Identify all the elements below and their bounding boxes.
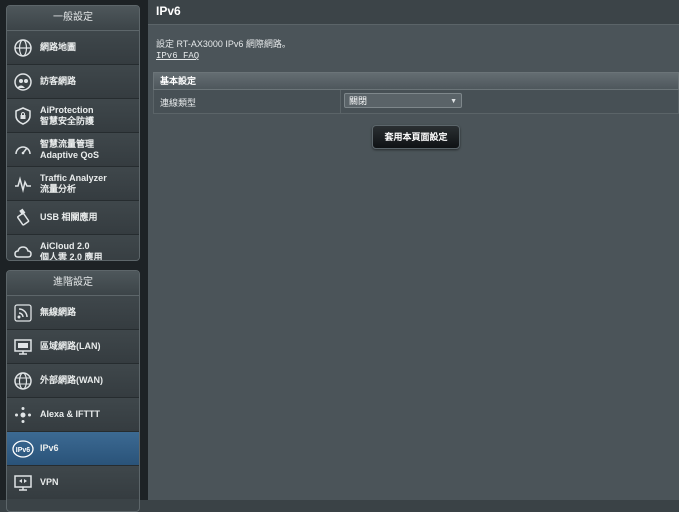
- sidebar-item-label: 網路地圖: [40, 42, 77, 52]
- sidebar-item-lan[interactable]: 區域網路(LAN): [7, 329, 139, 363]
- ipv6-faq-link[interactable]: IPv6 FAQ: [156, 51, 199, 61]
- vpn-icon: [12, 472, 34, 494]
- wan-globe-icon: [12, 370, 34, 392]
- connection-type-value: 關閉: [349, 96, 368, 106]
- page-description: 設定 RT-AX3000 IPv6 網際網路。: [156, 39, 291, 49]
- sidebar-item-label: 無線網路: [40, 307, 77, 317]
- cloud-icon: [12, 241, 34, 261]
- sidebar-item-label-line1: Traffic Analyzer: [40, 172, 107, 183]
- apply-button[interactable]: 套用本頁面設定: [372, 125, 460, 149]
- table-row: 連線類型 關閉 ▼: [153, 90, 679, 114]
- globe-people-icon: [12, 71, 34, 93]
- sidebar-item-label-line1: AiProtection: [40, 104, 94, 115]
- dropdown-arrow-icon: ▼: [450, 98, 457, 105]
- usb-icon: [12, 207, 34, 229]
- sidebar-item-label: USB 相關應用: [40, 212, 98, 222]
- globe-icon: [12, 37, 34, 59]
- sidebar: 一般設定 網路地圖 訪客網路 AiProtection 智慧安全防護 智慧流量管理…: [0, 0, 148, 512]
- sidebar-item-label: Alexa & IFTTT: [40, 409, 101, 419]
- advanced-settings-group: 進階設定 無線網路 區域網路(LAN) 外部網路(WAN) Alexa & IF…: [6, 270, 140, 512]
- sidebar-item-label: VPN: [40, 477, 59, 487]
- sidebar-item-label: IPv6: [40, 443, 59, 453]
- connection-type-select[interactable]: 關閉 ▼: [344, 93, 462, 108]
- advanced-settings-header: 進階設定: [7, 271, 139, 296]
- sidebar-item-vpn[interactable]: VPN: [7, 465, 139, 499]
- sidebar-item-label-line1: 智慧流量管理: [40, 138, 95, 149]
- sidebar-item-traffic-analyzer[interactable]: Traffic Analyzer 流量分析: [7, 166, 139, 200]
- row-divider: [340, 90, 341, 113]
- general-settings-header: 一般設定: [7, 6, 139, 31]
- ipv6-icon: IPv6: [12, 438, 34, 460]
- sidebar-item-label-line1: AiCloud 2.0: [40, 240, 90, 251]
- sidebar-item-label-line2: 流量分析: [40, 183, 77, 194]
- sidebar-item-guest-network[interactable]: 訪客網路: [7, 64, 139, 98]
- title-bar: IPv6: [148, 0, 679, 25]
- wireless-icon: [12, 302, 34, 324]
- main-panel: IPv6 設定 RT-AX3000 IPv6 網際網路。 IPv6 FAQ 基本…: [148, 0, 679, 500]
- section-header: 基本設定: [153, 72, 679, 90]
- sidebar-item-label: 訪客網路: [40, 76, 77, 86]
- connection-type-label: 連線類型: [160, 98, 197, 108]
- lan-monitor-icon: [12, 336, 34, 358]
- basic-settings-table: 基本設定 連線類型 關閉 ▼: [153, 72, 679, 114]
- sidebar-item-network-map[interactable]: 網路地圖: [7, 31, 139, 64]
- sidebar-item-label-line2: 智慧安全防護: [40, 115, 95, 126]
- sidebar-item-label: 外部網路(WAN): [40, 375, 103, 385]
- sidebar-item-alexa-ifttt[interactable]: Alexa & IFTTT: [7, 397, 139, 431]
- sidebar-item-ipv6[interactable]: IPv6 IPv6: [7, 431, 139, 465]
- sidebar-item-wireless[interactable]: 無線網路: [7, 296, 139, 329]
- sidebar-item-aiprotection[interactable]: AiProtection 智慧安全防護: [7, 98, 139, 132]
- sidebar-item-adaptive-qos[interactable]: 智慧流量管理 Adaptive QoS: [7, 132, 139, 166]
- sidebar-item-usb-application[interactable]: USB 相關應用: [7, 200, 139, 234]
- alexa-dots-icon: [12, 404, 34, 426]
- sidebar-item-label-line2: 個人雲 2.0 應用: [40, 251, 103, 261]
- svg-text:IPv6: IPv6: [16, 447, 31, 454]
- speedometer-icon: [12, 139, 34, 161]
- sidebar-item-aicloud[interactable]: AiCloud 2.0 個人雲 2.0 應用: [7, 234, 139, 261]
- shield-lock-icon: [12, 105, 34, 127]
- page-title: IPv6: [156, 4, 181, 18]
- general-settings-group: 一般設定 網路地圖 訪客網路 AiProtection 智慧安全防護 智慧流量管理…: [6, 5, 140, 261]
- wave-chart-icon: [12, 173, 34, 195]
- sidebar-item-label-line2: Adaptive QoS: [40, 149, 100, 160]
- sidebar-item-label: 區域網路(LAN): [40, 341, 101, 351]
- sidebar-item-wan[interactable]: 外部網路(WAN): [7, 363, 139, 397]
